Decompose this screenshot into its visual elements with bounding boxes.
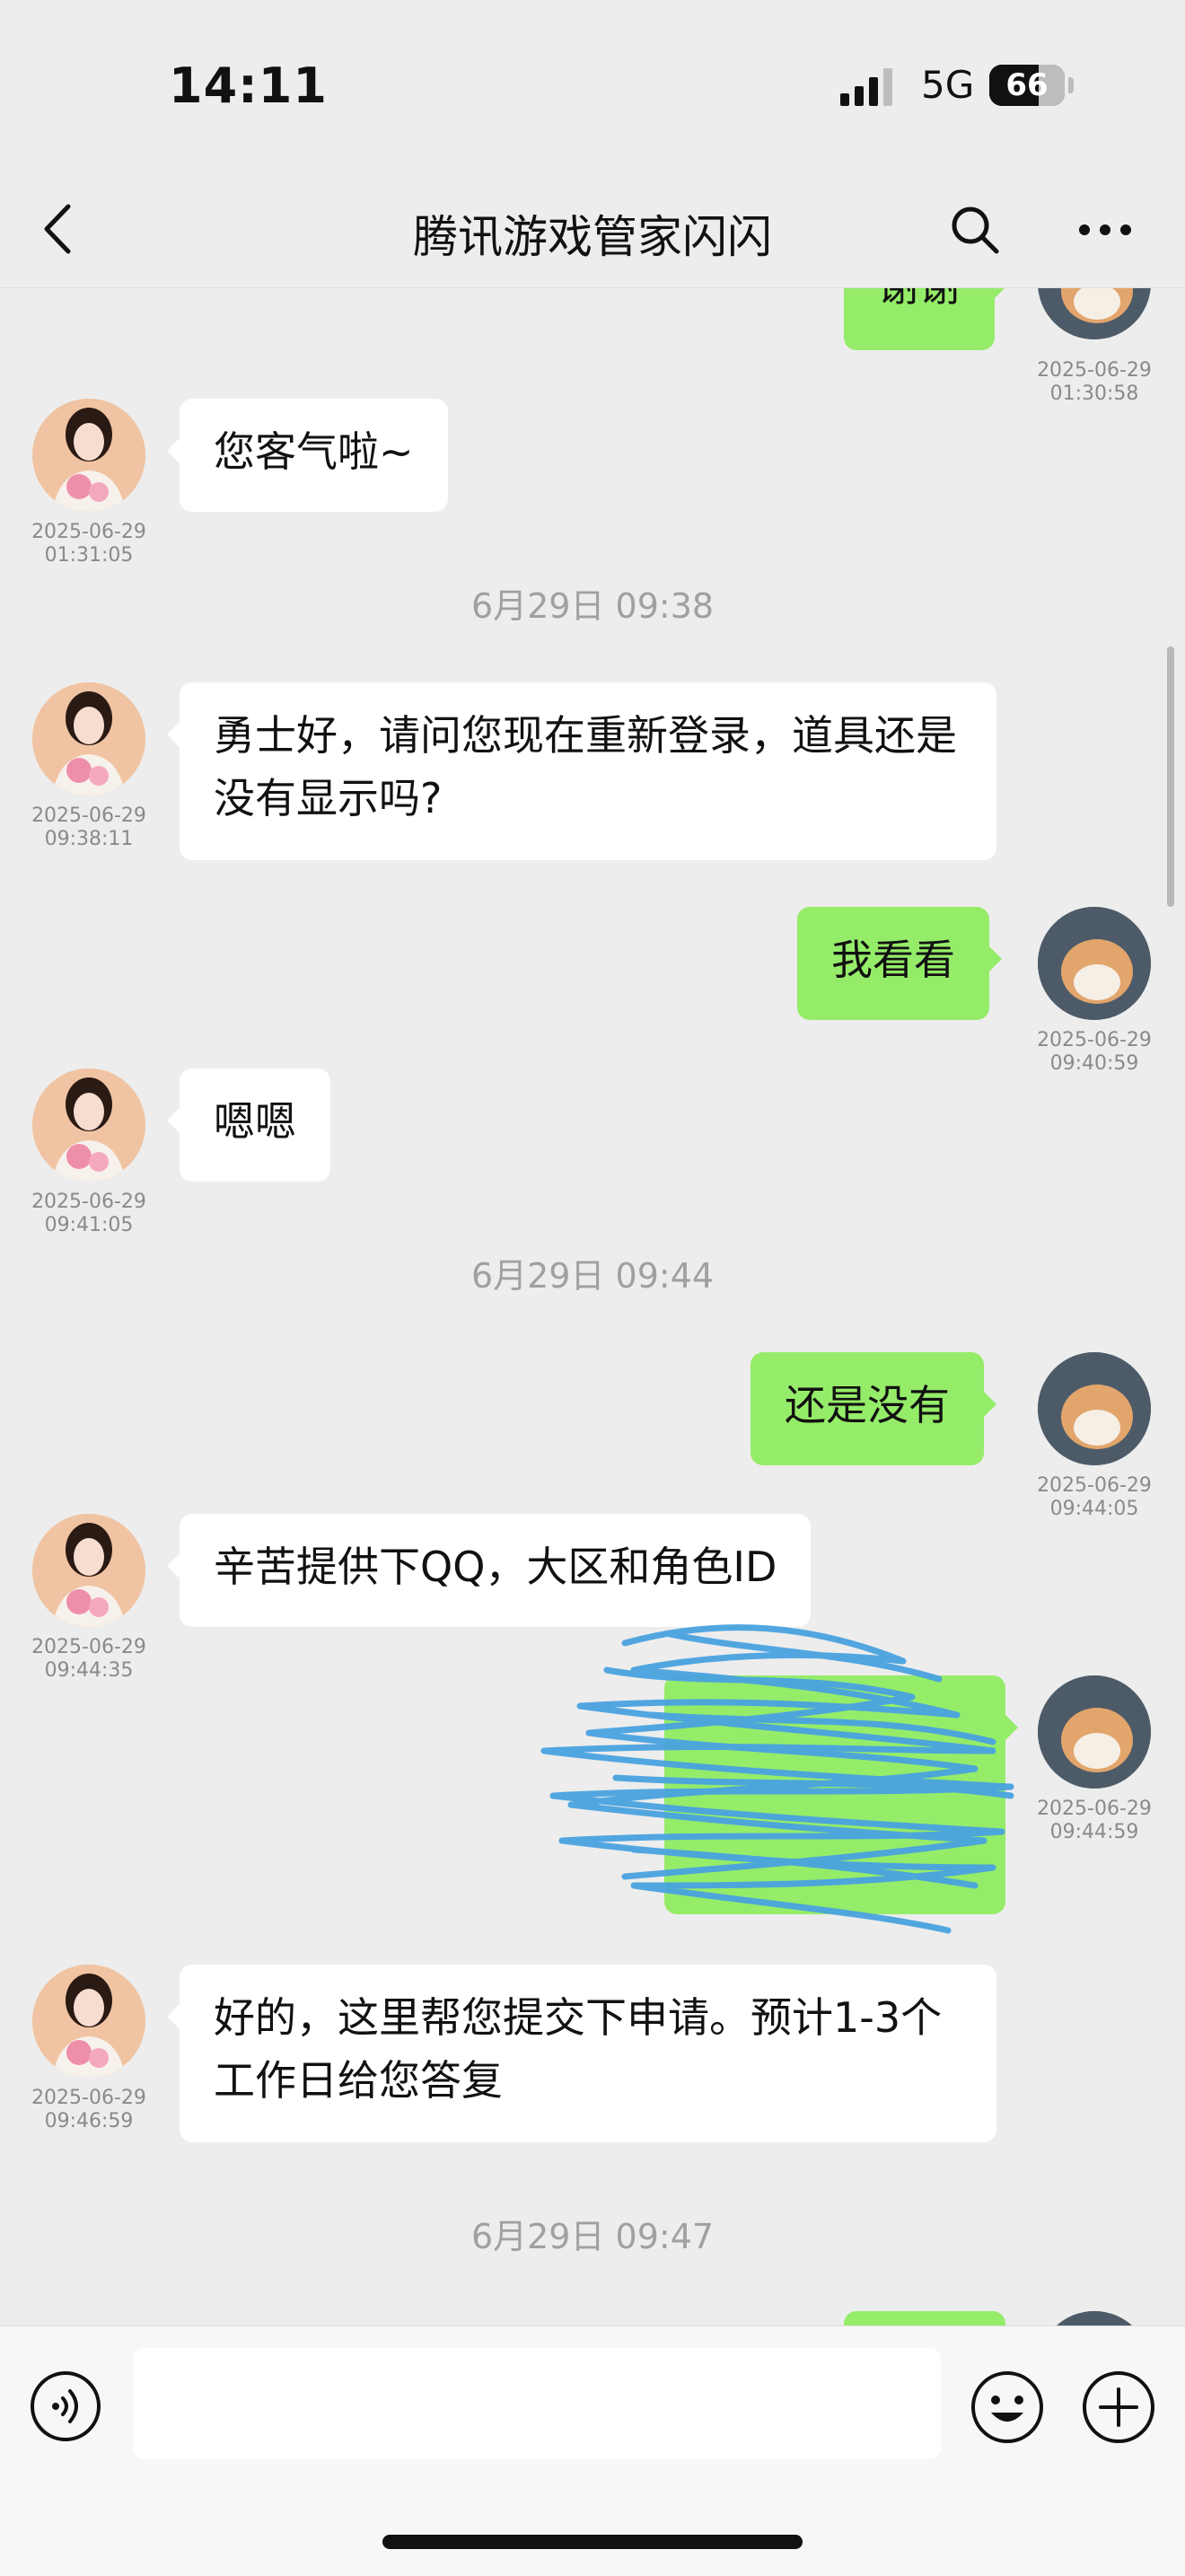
message-bubble-incoming[interactable]: 您客气啦~ xyxy=(167,399,448,512)
redaction-scribble xyxy=(540,1624,1014,1934)
agent-avatar[interactable] xyxy=(32,399,145,512)
search-icon[interactable] xyxy=(948,203,1002,257)
message-time: 09:41:05 xyxy=(44,1214,134,1236)
status-bar: 14:11 5G 66 xyxy=(0,0,1185,171)
message-date: 2025-06-29 xyxy=(1037,1798,1152,1820)
message-date: 2025-06-29 xyxy=(31,2087,146,2109)
input-bar xyxy=(0,2325,1185,2576)
network-type: 5G xyxy=(921,63,975,107)
scrollbar[interactable] xyxy=(1167,646,1174,907)
message-time: 09:46:59 xyxy=(44,2110,134,2132)
message-bubble-incoming[interactable]: 勇士好，请问您现在重新登录，道具还是没有显示吗? xyxy=(167,682,996,860)
message-date: 2025-06-29 xyxy=(31,804,146,827)
agent-avatar[interactable] xyxy=(32,682,145,796)
message-input[interactable] xyxy=(133,2348,941,2459)
message-time: 09:44:05 xyxy=(1049,1498,1139,1520)
message-date: 2025-06-29 xyxy=(31,1636,146,1658)
message-time: 09:38:11 xyxy=(44,828,134,850)
user-avatar[interactable] xyxy=(1038,907,1151,1020)
agent-avatar[interactable] xyxy=(32,1965,145,2078)
time-divider: 6月29日 09:38 xyxy=(470,586,715,626)
battery-percent: 66 xyxy=(1005,67,1049,103)
message-time: 09:44:59 xyxy=(1049,1821,1139,1843)
chat-title: 腾讯游戏管家闪闪 xyxy=(413,211,772,263)
message-bubble-outgoing[interactable]: 还是没有 xyxy=(750,1352,996,1465)
user-avatar[interactable] xyxy=(1038,1352,1151,1465)
plus-icon[interactable] xyxy=(1081,2369,1156,2445)
agent-avatar[interactable] xyxy=(32,1068,145,1182)
user-avatar[interactable] xyxy=(1038,2311,1151,2325)
user-avatar[interactable] xyxy=(1038,1675,1151,1789)
message-bubble-outgoing[interactable] xyxy=(844,2311,1005,2325)
time-divider: 6月29日 09:44 xyxy=(470,1256,715,1296)
message-bubble-incoming[interactable]: 好的，这里帮您提交下申请。预计1-3个工作日给您答复 xyxy=(167,1965,996,2142)
message-list[interactable]: 谢谢 2025-06-29 01:30:58 2025-06-29 01:31:… xyxy=(0,287,1185,2325)
user-avatar[interactable] xyxy=(1038,287,1151,339)
emoji-icon[interactable] xyxy=(970,2369,1045,2445)
signal-icon xyxy=(840,68,892,106)
message-date: 2025-06-29 xyxy=(31,1191,146,1213)
time-divider: 6月29日 09:47 xyxy=(470,2217,715,2256)
voice-icon[interactable] xyxy=(29,2369,102,2443)
message-time: 01:31:05 xyxy=(44,544,134,567)
home-indicator[interactable] xyxy=(382,2535,803,2549)
message-bubble-incoming[interactable]: 嗯嗯 xyxy=(167,1068,330,1182)
message-date: 2025-06-29 xyxy=(1037,359,1152,382)
chat-header: 腾讯游戏管家闪闪 xyxy=(0,171,1185,288)
battery-nub xyxy=(1068,77,1074,93)
message-date: 2025-06-29 xyxy=(1037,1029,1152,1051)
message-bubble-incoming[interactable]: 辛苦提供下QQ，大区和角色ID xyxy=(166,1514,812,1627)
message-date: 2025-06-29 xyxy=(31,521,146,543)
message-time: 09:44:35 xyxy=(44,1659,134,1682)
more-icon[interactable] xyxy=(1077,221,1133,239)
message-date: 2025-06-29 xyxy=(1037,1474,1152,1497)
message-time: 09:40:59 xyxy=(1049,1052,1139,1075)
message-bubble-outgoing[interactable]: 谢谢 xyxy=(844,287,1007,350)
message-time: 01:30:58 xyxy=(1049,382,1139,405)
message-bubble-outgoing[interactable]: 我看看 xyxy=(797,907,1002,1020)
agent-avatar[interactable] xyxy=(32,1514,145,1627)
battery-icon: 66 xyxy=(989,65,1065,106)
status-time: 14:11 xyxy=(169,57,328,114)
